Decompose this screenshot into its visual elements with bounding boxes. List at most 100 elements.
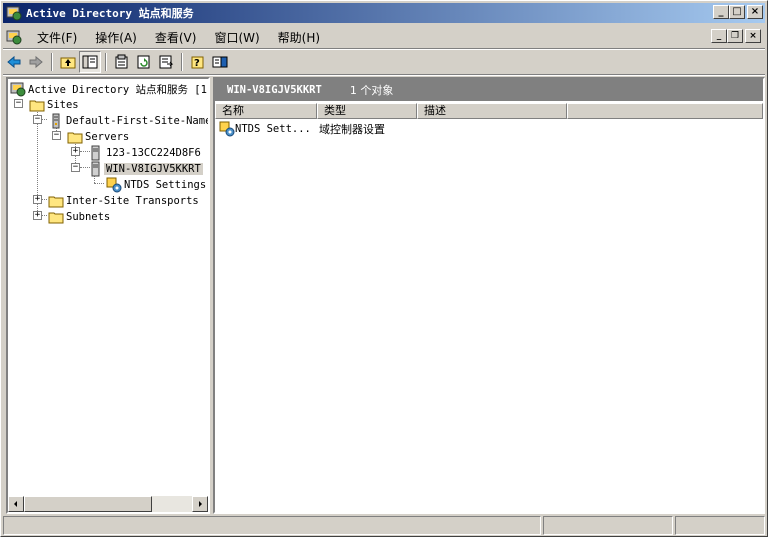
- tree-root-node[interactable]: Active Directory 站点和服务 [1: [10, 81, 208, 97]
- svg-text:?: ?: [194, 58, 200, 69]
- tree-label-inter-site: Inter-Site Transports: [66, 195, 199, 207]
- up-one-level-button[interactable]: [57, 51, 79, 73]
- tree-label-server-win: WIN-V8IGJV5KKRT: [104, 163, 203, 175]
- expand-subnets-toggle[interactable]: +: [33, 211, 42, 220]
- tree-label-sites: Sites: [47, 99, 79, 111]
- tree-label-subnets: Subnets: [66, 211, 111, 223]
- mdi-minimize-button[interactable]: _: [711, 29, 727, 43]
- scroll-left-arrow-icon: [14, 501, 17, 507]
- expand-sites-toggle[interactable]: −: [14, 99, 23, 108]
- folder-icon: [48, 196, 64, 208]
- status-panel-2: [543, 516, 673, 535]
- tree-view[interactable]: Active Directory 站点和服务 [1 − Sites − Defa…: [8, 79, 208, 494]
- server-icon: [91, 161, 100, 177]
- close-button[interactable]: ×: [747, 5, 763, 19]
- mdi-restore-button[interactable]: ❐: [727, 29, 743, 43]
- mdi-child-icon[interactable]: [6, 29, 22, 45]
- tree-node-ntds-settings[interactable]: NTDS Settings: [106, 177, 208, 193]
- mdi-close-button[interactable]: ×: [745, 29, 761, 43]
- expand-server1-toggle[interactable]: +: [71, 147, 80, 156]
- ad-sites-icon: [10, 82, 26, 97]
- up-folder-icon: [60, 57, 76, 69]
- tree-node-server-win[interactable]: WIN-V8IGJV5KKRT: [88, 161, 203, 177]
- forward-button[interactable]: [25, 51, 47, 73]
- tree-connector: [94, 183, 104, 184]
- status-panel-main: [3, 516, 541, 535]
- menu-view[interactable]: 查看(V): [146, 29, 206, 46]
- ad-sites-app-icon: [6, 6, 22, 21]
- maximize-button[interactable]: □: [729, 5, 745, 19]
- list-item-name: NTDS Sett...: [235, 123, 311, 135]
- forward-arrow-icon: [29, 55, 43, 69]
- ntds-settings-icon: [219, 121, 235, 137]
- details-path: WIN-V8IGJV5KKRT: [227, 84, 322, 96]
- details-pane[interactable]: WIN-V8IGJV5KKRT 1 个对象 名称 类型 描述 NTDS Sett…: [213, 77, 765, 514]
- folder-icon: [29, 100, 45, 112]
- tree-label-default-site: Default-First-Site-Name: [66, 115, 208, 127]
- tree-label-ntds-settings: NTDS Settings: [124, 179, 207, 191]
- details-object-count: 1 个对象: [349, 84, 394, 97]
- show-hide-console-tree-button[interactable]: [79, 51, 101, 73]
- menu-window[interactable]: 窗口(W): [205, 29, 268, 46]
- column-headers: 名称 类型 描述: [215, 103, 763, 119]
- details-header: WIN-V8IGJV5KKRT 1 个对象: [215, 79, 763, 101]
- column-header-description[interactable]: 描述: [417, 103, 567, 119]
- minimize-button[interactable]: _: [713, 5, 729, 19]
- list-item[interactable]: NTDS Sett... 域控制器设置: [219, 121, 419, 137]
- tree-label-servers: Servers: [85, 131, 130, 143]
- properties-icon: [115, 54, 128, 69]
- expand-server2-toggle[interactable]: −: [71, 163, 80, 172]
- help-button[interactable]: ?: [187, 51, 209, 73]
- refresh-icon: [137, 55, 150, 69]
- menu-file[interactable]: 文件(F): [28, 29, 86, 46]
- folder-icon: [48, 212, 64, 224]
- folder-icon: [67, 132, 83, 144]
- tree-label-server-123: 123-13CC224D8F6: [106, 147, 201, 159]
- tree-node-server-123[interactable]: 123-13CC224D8F6: [88, 145, 203, 161]
- scroll-right-arrow-icon: [199, 501, 202, 507]
- menu-action[interactable]: 操作(A): [86, 29, 146, 46]
- scroll-right-button[interactable]: [192, 496, 208, 512]
- toolbar-separator: [105, 53, 107, 71]
- tree-node-sites[interactable]: Sites: [29, 97, 81, 113]
- title-bar[interactable]: Active Directory 站点和服务 _ □ ×: [3, 3, 765, 23]
- action-pane-icon: [212, 56, 228, 68]
- tree-node-inter-site[interactable]: Inter-Site Transports: [48, 193, 201, 209]
- column-header-type[interactable]: 类型: [317, 103, 417, 119]
- export-list-button[interactable]: [155, 51, 177, 73]
- export-list-icon: [159, 55, 174, 69]
- back-arrow-icon: [7, 55, 21, 69]
- show-hide-action-pane-button[interactable]: [209, 51, 231, 73]
- server-icon: [91, 145, 100, 161]
- toolbar-separator-line: [3, 74, 765, 76]
- expand-default-site-toggle[interactable]: −: [33, 115, 42, 124]
- window-title: Active Directory 站点和服务: [26, 7, 194, 20]
- tree-root-label: Active Directory 站点和服务 [1: [28, 83, 207, 96]
- toolbar: ?: [3, 50, 765, 74]
- tree-node-subnets[interactable]: Subnets: [48, 209, 112, 225]
- status-panel-3: [675, 516, 765, 535]
- refresh-button[interactable]: [133, 51, 155, 73]
- toolbar-separator: [51, 53, 53, 71]
- column-header-filler: [567, 103, 763, 119]
- menu-bar: 文件(F) 操作(A) 查看(V) 窗口(W) 帮助(H) _ ❐ ×: [3, 26, 765, 48]
- scroll-thumb[interactable]: [24, 496, 152, 512]
- column-header-name[interactable]: 名称: [215, 103, 317, 119]
- tree-node-default-site[interactable]: Default-First-Site-Name: [48, 113, 208, 129]
- console-tree-pane[interactable]: Active Directory 站点和服务 [1 − Sites − Defa…: [6, 77, 210, 514]
- help-icon: ?: [191, 56, 204, 69]
- back-button[interactable]: [3, 51, 25, 73]
- list-item-type: 域控制器设置: [319, 123, 385, 136]
- menu-help[interactable]: 帮助(H): [269, 29, 329, 46]
- status-bar: [3, 516, 765, 535]
- tree-horizontal-scrollbar[interactable]: [8, 496, 208, 512]
- toolbar-separator: [181, 53, 183, 71]
- expand-inter-site-toggle[interactable]: +: [33, 195, 42, 204]
- mmc-window: Active Directory 站点和服务 _ □ × 文件(F) 操作(A)…: [0, 0, 768, 537]
- expand-servers-toggle[interactable]: −: [52, 131, 61, 140]
- tree-node-servers[interactable]: Servers: [67, 129, 131, 145]
- scroll-left-button[interactable]: [8, 496, 24, 512]
- ntds-settings-icon: [106, 177, 122, 193]
- site-icon: [52, 113, 60, 129]
- properties-button[interactable]: [111, 51, 133, 73]
